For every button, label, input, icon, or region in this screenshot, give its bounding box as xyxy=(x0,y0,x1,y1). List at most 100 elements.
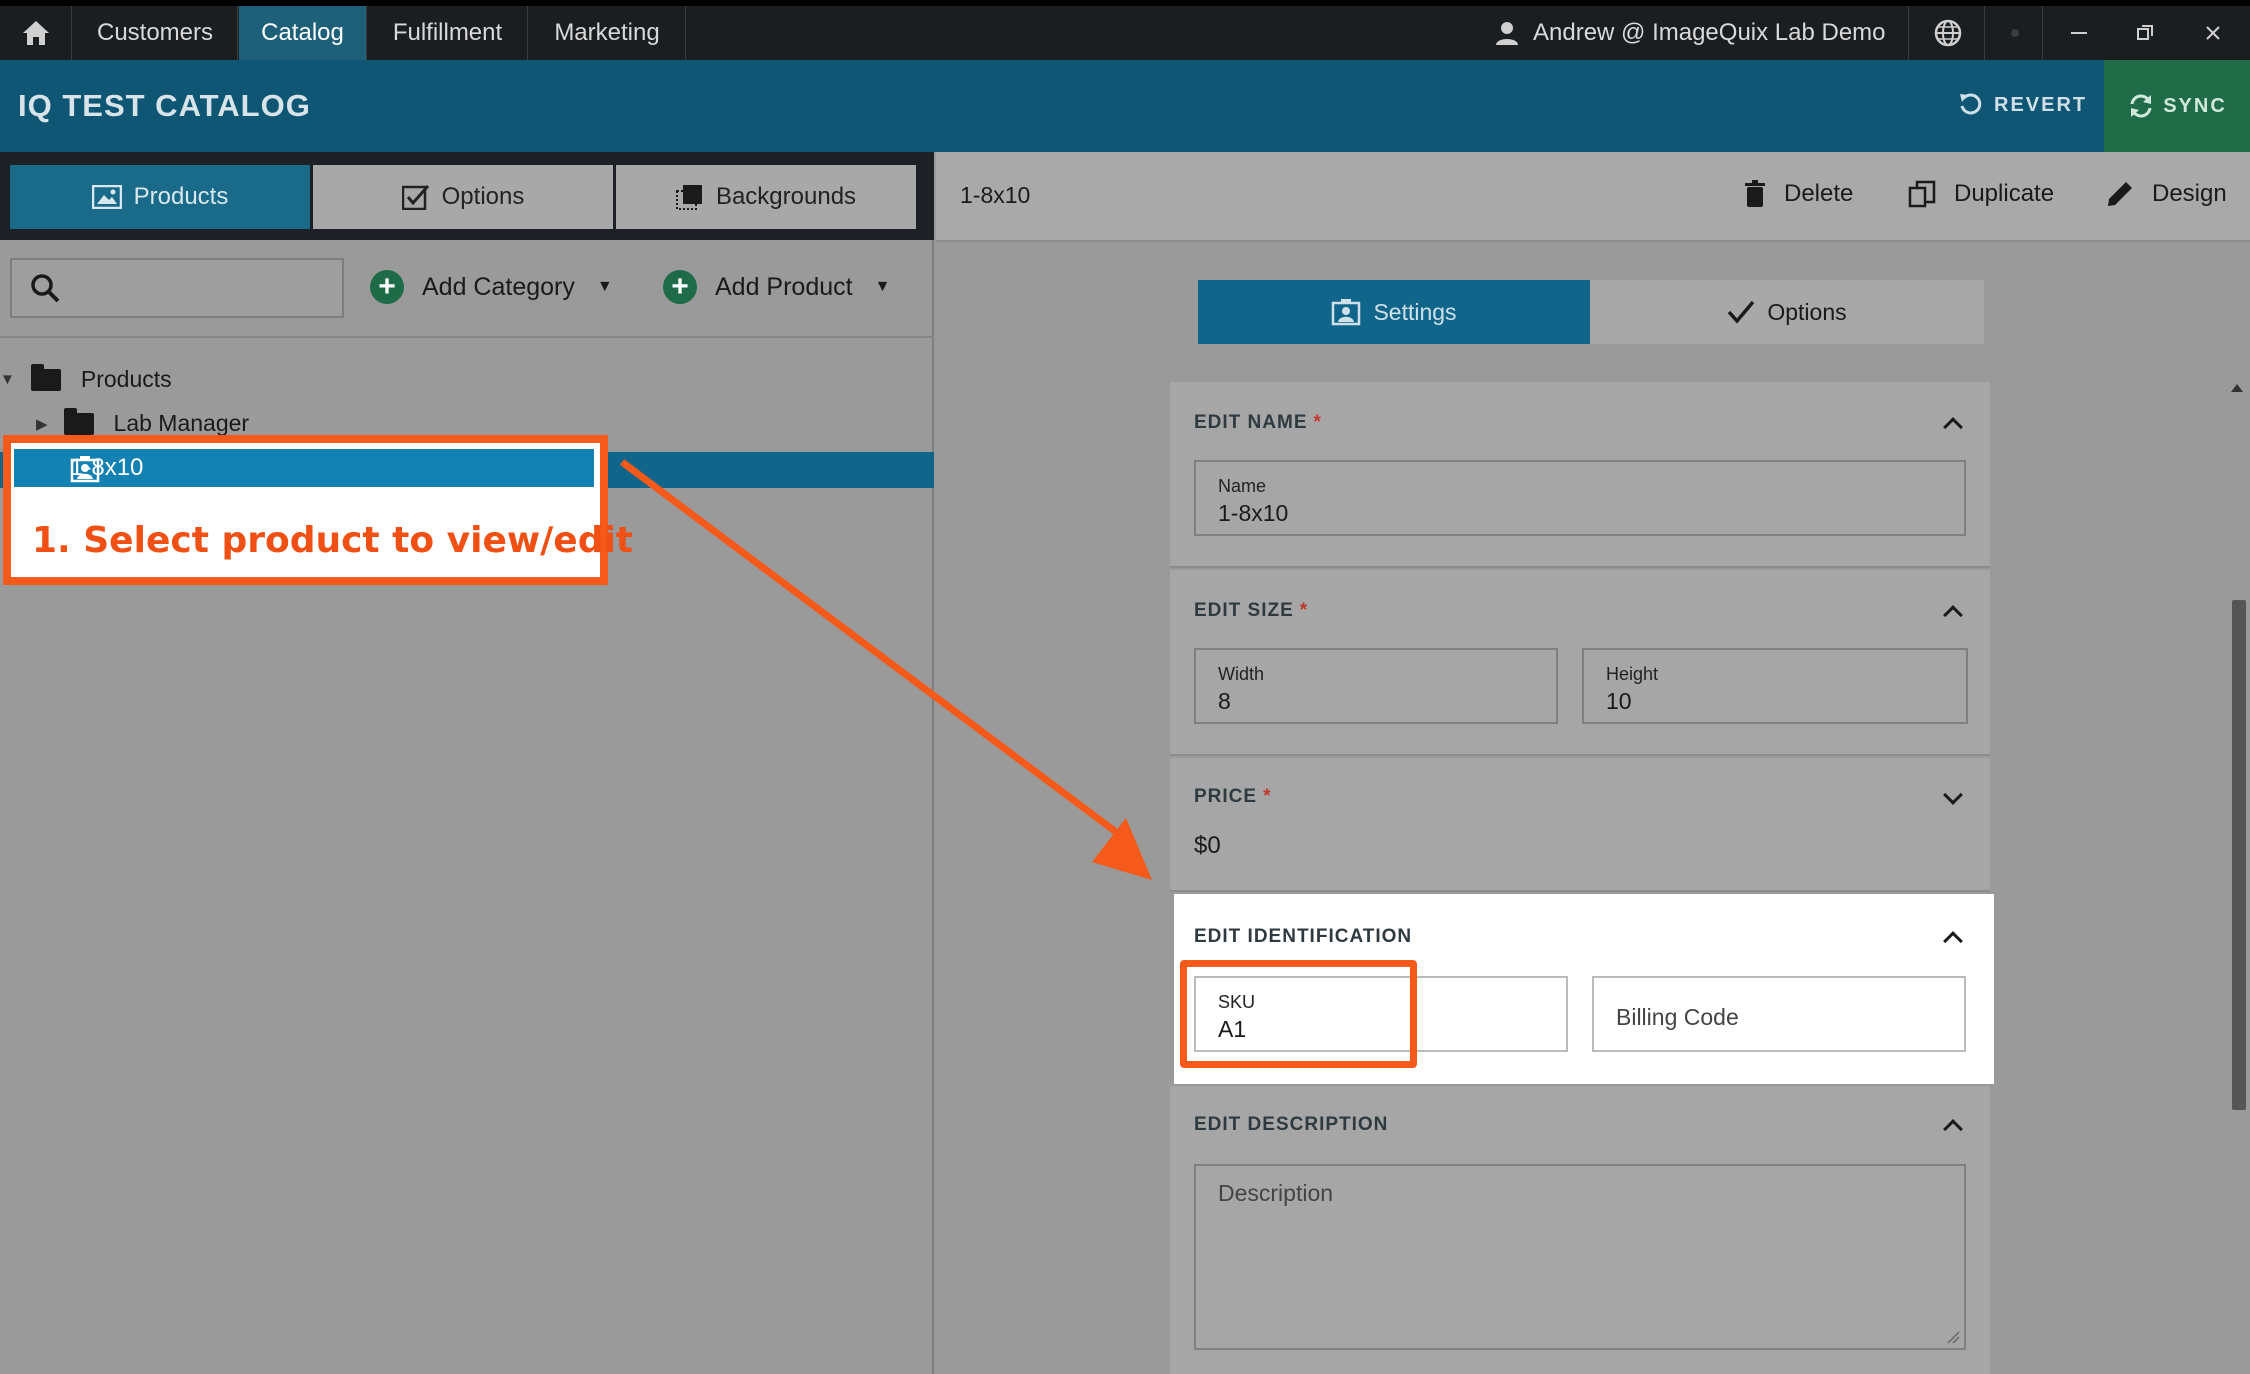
description-textarea[interactable]: Description xyxy=(1194,1164,1966,1350)
undo-icon xyxy=(1960,93,1982,115)
sync-icon xyxy=(2130,94,2152,118)
section-header: PRICE * xyxy=(1194,786,1272,807)
tab-marketing[interactable]: Marketing xyxy=(529,6,686,60)
tab-backgrounds[interactable]: Backgrounds xyxy=(616,165,916,229)
checkbox-icon xyxy=(401,185,429,210)
tab-catalog[interactable]: Catalog xyxy=(239,6,367,60)
sku-highlight-box xyxy=(1180,960,1417,1068)
tree-node-label: Products xyxy=(80,366,172,392)
field-value: 1-8x10 xyxy=(1218,500,1289,526)
price-value: $0 xyxy=(1194,832,1221,859)
duplicate-button[interactable]: Duplicate xyxy=(1908,180,2054,208)
tab-products-label: Products xyxy=(133,183,229,210)
field-placeholder: Description xyxy=(1218,1180,1334,1206)
design-button[interactable]: Design xyxy=(2106,180,2227,208)
folder-icon xyxy=(30,363,61,391)
trash-icon xyxy=(1745,180,1765,207)
expand-down-icon[interactable]: ▼ xyxy=(0,371,15,388)
duplicate-label: Duplicate xyxy=(1954,180,2055,207)
section-header: EDIT SIZE * xyxy=(1194,600,1309,621)
tab-fulfillment[interactable]: Fulfillment xyxy=(368,6,528,60)
name-field[interactable]: Name 1-8x10 xyxy=(1194,460,1966,536)
catalog-header: IQ TEST CATALOG REVERT SYNC xyxy=(0,60,2250,152)
tab-customers[interactable]: Customers xyxy=(73,6,238,60)
minimize-button[interactable] xyxy=(2046,6,2112,60)
image-icon xyxy=(91,185,122,209)
tab-backgrounds-label: Backgrounds xyxy=(715,183,857,210)
chevron-down-icon[interactable] xyxy=(1943,785,1963,805)
billing-code-field[interactable]: Billing Code xyxy=(1592,976,1966,1052)
delete-label: Delete xyxy=(1784,180,1854,207)
tree-node-lab-manager[interactable]: ▶ Lab Manager xyxy=(36,407,249,437)
tab-options[interactable]: Options xyxy=(313,165,613,229)
revert-label: REVERT xyxy=(1994,93,2088,116)
segment-settings-label: Settings xyxy=(1373,298,1457,325)
width-field[interactable]: Width 8 xyxy=(1194,648,1558,724)
revert-button[interactable]: REVERT xyxy=(1958,92,2087,118)
add-product-label: Add Product xyxy=(715,272,853,301)
field-label: Width xyxy=(1218,664,1265,684)
chevron-up-icon[interactable] xyxy=(1943,417,1963,437)
check-icon xyxy=(1728,300,1755,324)
chevron-up-icon[interactable] xyxy=(1943,1119,1963,1139)
background-icon xyxy=(675,185,702,210)
restore-button[interactable] xyxy=(2112,6,2178,60)
caret-down-icon: ▼ xyxy=(596,278,613,295)
portrait-icon xyxy=(70,456,100,483)
product-toolbar: 1-8x10 Delete Duplicate Design xyxy=(936,152,2250,242)
edit-size-section: EDIT SIZE * Width 8 Height 10 xyxy=(1170,570,1990,756)
portrait-icon xyxy=(1332,299,1361,326)
folder-icon xyxy=(63,407,94,435)
section-header: EDIT DESCRIPTION xyxy=(1194,1114,1389,1135)
chevron-up-icon[interactable] xyxy=(1943,605,1963,625)
section-header: EDIT IDENTIFICATION xyxy=(1194,926,1413,947)
home-button[interactable] xyxy=(0,6,72,60)
resize-handle-icon[interactable] xyxy=(1946,1330,1960,1344)
field-value: 10 xyxy=(1606,688,1632,714)
field-value: 8 xyxy=(1218,688,1231,714)
design-label: Design xyxy=(2152,180,2227,207)
tree-node-products[interactable]: ▼ Products xyxy=(0,363,172,393)
plus-circle-icon: + xyxy=(370,270,404,304)
sync-button[interactable]: SYNC xyxy=(2104,60,2250,152)
divider xyxy=(0,336,934,338)
delete-button[interactable]: Delete xyxy=(1744,180,1853,208)
duplicate-icon xyxy=(1908,180,1936,208)
top-navigation: Customers Catalog Fulfillment Marketing … xyxy=(0,0,2250,60)
sync-label: SYNC xyxy=(2163,94,2227,117)
status-indicator xyxy=(1988,6,2042,60)
tab-options-label: Options xyxy=(441,183,525,210)
section-header: EDIT NAME * xyxy=(1194,412,1322,433)
scrollbar-thumb[interactable] xyxy=(2232,600,2246,1110)
restore-icon xyxy=(2137,25,2153,40)
pencil-icon xyxy=(2108,182,2132,206)
price-section: PRICE * $0 xyxy=(1170,758,1990,892)
add-product-button[interactable]: + Add Product ▼ xyxy=(663,270,890,304)
field-placeholder: Billing Code xyxy=(1616,1004,1739,1030)
close-button[interactable] xyxy=(2180,6,2246,60)
tab-products[interactable]: Products xyxy=(10,165,310,229)
language-button[interactable] xyxy=(1912,6,1984,60)
scroll-up-icon[interactable] xyxy=(2231,384,2243,392)
add-category-button[interactable]: + Add Category ▼ xyxy=(370,270,613,304)
segment-options[interactable]: Options xyxy=(1590,280,1984,344)
status-dot-icon xyxy=(2011,29,2019,37)
height-field[interactable]: Height 10 xyxy=(1582,648,1968,724)
plus-circle-icon: + xyxy=(663,270,697,304)
segment-settings[interactable]: Settings xyxy=(1198,280,1590,344)
search-input[interactable] xyxy=(10,258,344,318)
close-icon xyxy=(2206,26,2220,40)
user-menu[interactable]: Andrew @ ImageQuix Lab Demo xyxy=(1495,6,1886,60)
field-label: Name xyxy=(1218,476,1267,496)
segment-options-label: Options xyxy=(1767,298,1847,325)
catalog-title: IQ TEST CATALOG xyxy=(18,88,311,123)
chevron-up-icon[interactable] xyxy=(1943,931,1963,951)
user-icon xyxy=(1496,22,1518,45)
field-label: Height xyxy=(1606,664,1659,684)
minimize-icon xyxy=(2071,32,2087,34)
caret-down-icon: ▼ xyxy=(874,278,891,295)
globe-icon xyxy=(1934,19,1962,47)
edit-description-section: EDIT DESCRIPTION Description xyxy=(1170,1086,1990,1374)
tree-item-selected-product[interactable]: 1-8x10 xyxy=(14,449,594,487)
expand-right-icon[interactable]: ▶ xyxy=(36,415,48,433)
